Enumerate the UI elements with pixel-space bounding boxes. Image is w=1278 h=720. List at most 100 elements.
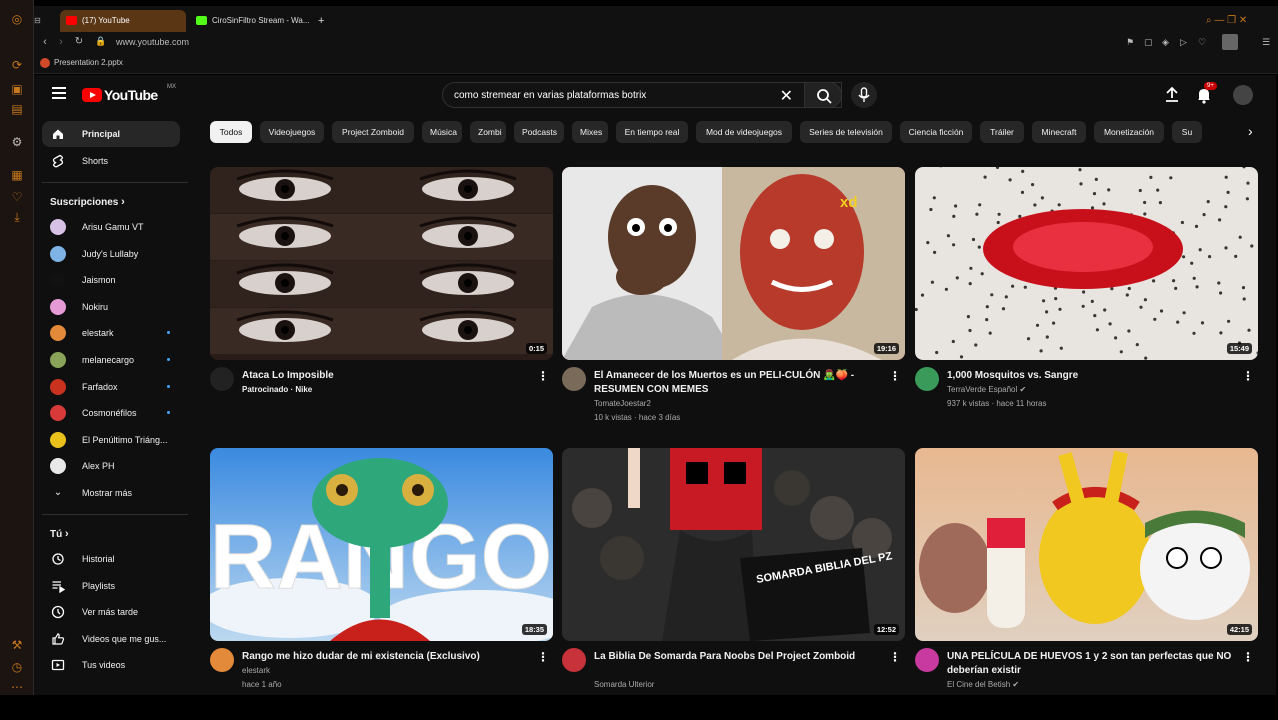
clock-icon[interactable]: ◷ [10, 660, 24, 674]
video-thumbnail[interactable]: 42:15 [915, 448, 1258, 641]
account-avatar[interactable] [1233, 85, 1253, 105]
chip-mod-de-videojuegos[interactable]: Mod de videojuegos [696, 121, 792, 143]
channel-avatar[interactable] [210, 367, 234, 391]
play-icon[interactable]: ▷ [1180, 37, 1187, 48]
sidebar-subscription[interactable]: Arisu Gamu VT [42, 214, 180, 240]
sidebar-item-playlists[interactable]: Playlists [42, 573, 180, 599]
sidebar-subscription[interactable]: Farfadox [42, 374, 180, 400]
sidebar-subscription[interactable]: Nokiru [42, 294, 180, 320]
video-card[interactable]: 15:49 1,000 Mosquitos vs. Sangre TerraVerd… [915, 167, 1258, 435]
video-thumbnail[interactable]: SOMARDA BIBLIA DEL PZ 12:52 [562, 448, 905, 641]
more-options-icon[interactable]: ⋮ [1242, 369, 1254, 383]
sidebar-item-like[interactable]: Videos que me gus... [42, 626, 180, 652]
chip-todos[interactable]: Todos [210, 121, 252, 143]
channel-name[interactable]: Patrocinado · Nike [242, 384, 312, 396]
video-title[interactable]: Rango me hizo dudar de mi existencia (Ex… [242, 650, 532, 664]
channel-avatar[interactable] [562, 367, 586, 391]
channel-name[interactable]: Somarda Ulterior [594, 679, 654, 691]
video-card[interactable]: 42:15 UNA PELÍCULA DE HUEVOS 1 y 2 son ta… [915, 448, 1258, 695]
video-thumbnail[interactable]: RANGO18:35 [210, 448, 553, 641]
opera-logo-icon[interactable]: ◎ [10, 12, 24, 26]
chip-ciencia-ficción[interactable]: Ciencia ficción [900, 121, 972, 143]
voice-search-button[interactable] [851, 82, 877, 108]
you-heading[interactable]: Tú › [50, 528, 69, 540]
video-card[interactable]: RANGO18:35 Rango me hizo dudar de mi exis… [210, 448, 553, 695]
menu-icon[interactable]: ☰ [1262, 37, 1270, 48]
new-tab-icon[interactable]: + [314, 10, 332, 32]
notes-icon[interactable]: ▤ [10, 102, 24, 116]
show-more-button[interactable]: ⌄ Mostrar más [42, 480, 180, 506]
video-thumbnail[interactable]: 0:15 [210, 167, 553, 360]
window-controls[interactable]: ⌕ — ❐ ✕ [1206, 10, 1276, 32]
video-title[interactable]: Ataca Lo Imposible [242, 369, 532, 383]
sidebar-subscription[interactable]: Cosmonéfilos [42, 400, 180, 426]
video-card[interactable]: xd 19:16 El Amanecer de los Muertos es un … [562, 167, 905, 435]
tab-youtube[interactable]: (17) YouTube [60, 10, 186, 32]
reload-icon[interactable]: ↻ [72, 36, 86, 47]
more-options-icon[interactable]: ⋮ [537, 650, 549, 664]
video-card[interactable]: SOMARDA BIBLIA DEL PZ 12:52 La Biblia De S… [562, 448, 905, 695]
video-title[interactable]: 1,000 Mosquitos vs. Sangre [947, 369, 1237, 383]
subscriptions-heading[interactable]: Suscripciones › [50, 196, 125, 208]
sidebar-item-watch-later[interactable]: Ver más tarde [42, 599, 180, 625]
grid-icon[interactable]: ▦ [10, 168, 24, 182]
extension-icon[interactable]: ◈ [1162, 37, 1169, 48]
search-input[interactable]: como stremear en varias plataformas botr… [442, 82, 842, 108]
more-options-icon[interactable]: ⋮ [889, 369, 901, 383]
chip-tráiler[interactable]: Tráiler [980, 121, 1024, 143]
search-button[interactable] [804, 82, 842, 108]
bookmark-item[interactable]: Presentation 2.pptx [40, 58, 123, 68]
sidebar-subscription[interactable]: elestark [42, 320, 180, 346]
tab-cirosinfiltro[interactable]: CiroSinFiltro Stream - Wa... [190, 10, 312, 32]
profile-avatar[interactable] [1222, 34, 1238, 50]
back-icon[interactable]: ‹ [38, 36, 52, 48]
chip-series-de-televisión[interactable]: Series de televisión [800, 121, 892, 143]
chip-música[interactable]: Música [422, 121, 462, 143]
chip-su[interactable]: Su [1172, 121, 1202, 143]
bookmark-icon[interactable]: ⚑ [1126, 37, 1134, 48]
favorites-icon[interactable]: ♡ [1198, 37, 1206, 48]
settings-icon[interactable]: ⚙ [10, 135, 24, 149]
channel-name[interactable]: El Cine del Betish ✔ [947, 679, 1019, 691]
more-options-icon[interactable]: ⋮ [1242, 650, 1254, 664]
sidebar-subscription[interactable]: Alex PH [42, 453, 180, 479]
chip-zombi[interactable]: Zombi [470, 121, 506, 143]
channel-name[interactable]: elestark [242, 665, 270, 677]
chip-en-tiempo-real[interactable]: En tiempo real [616, 121, 688, 143]
hamburger-menu-icon[interactable] [52, 87, 66, 99]
notifications-button[interactable]: 9+ [1194, 82, 1217, 105]
sidebar-subscription[interactable]: Jaismon [42, 267, 180, 293]
snapshot-icon[interactable]: ▢ [1144, 37, 1153, 48]
video-title[interactable]: UNA PELÍCULA DE HUEVOS 1 y 2 son tan per… [947, 650, 1237, 678]
chip-mixes[interactable]: Mixes [572, 121, 608, 143]
chip-monetización[interactable]: Monetización [1094, 121, 1164, 143]
create-button[interactable] [1162, 85, 1182, 105]
forward-icon[interactable]: › [54, 36, 68, 48]
chip-project-zomboid[interactable]: Project Zomboid [332, 121, 414, 143]
video-thumbnail[interactable]: xd 19:16 [562, 167, 905, 360]
channel-avatar[interactable] [210, 648, 234, 672]
clear-search-icon[interactable]: ✕ [780, 86, 793, 106]
sidebar-item-principal[interactable]: Principal [42, 121, 180, 147]
video-title[interactable]: El Amanecer de los Muertos es un PELI-CU… [594, 369, 884, 397]
tab-menu-icon[interactable]: ⊟ [34, 10, 50, 32]
sidebar-item-history[interactable]: Historial [42, 546, 180, 572]
chip-minecraft[interactable]: Minecraft [1032, 121, 1086, 143]
sidebar-subscription[interactable]: melanecargo [42, 347, 180, 373]
channel-name[interactable]: TomateJoestar2 [594, 398, 651, 410]
channel-name[interactable]: TerraVerde Español ✔ [947, 384, 1026, 396]
chip-videojuegos[interactable]: Videojuegos [260, 121, 324, 143]
heart-icon[interactable]: ♡ [10, 190, 24, 204]
sidebar-subscription[interactable]: El Penúltimo Triáng... [42, 427, 180, 453]
more-options-icon[interactable]: ⋮ [537, 369, 549, 383]
more-icon[interactable]: ⋯ [10, 680, 24, 694]
chips-next-arrow-icon[interactable]: › [1248, 123, 1268, 143]
video-thumbnail[interactable]: 15:49 [915, 167, 1258, 360]
sidebar-item-your-videos[interactable]: Tus videos [42, 652, 180, 678]
more-options-icon[interactable]: ⋮ [889, 650, 901, 664]
video-card[interactable]: 0:15 Ataca Lo Imposible Patrocinado · Nike… [210, 167, 553, 435]
pin-icon[interactable]: ⚒ [10, 638, 24, 652]
sidebar-item-shorts[interactable]: Shorts [42, 148, 180, 174]
video-title[interactable]: La Biblia De Somarda Para Noobs Del Proj… [594, 650, 884, 664]
bag-icon[interactable]: ▣ [10, 82, 24, 96]
